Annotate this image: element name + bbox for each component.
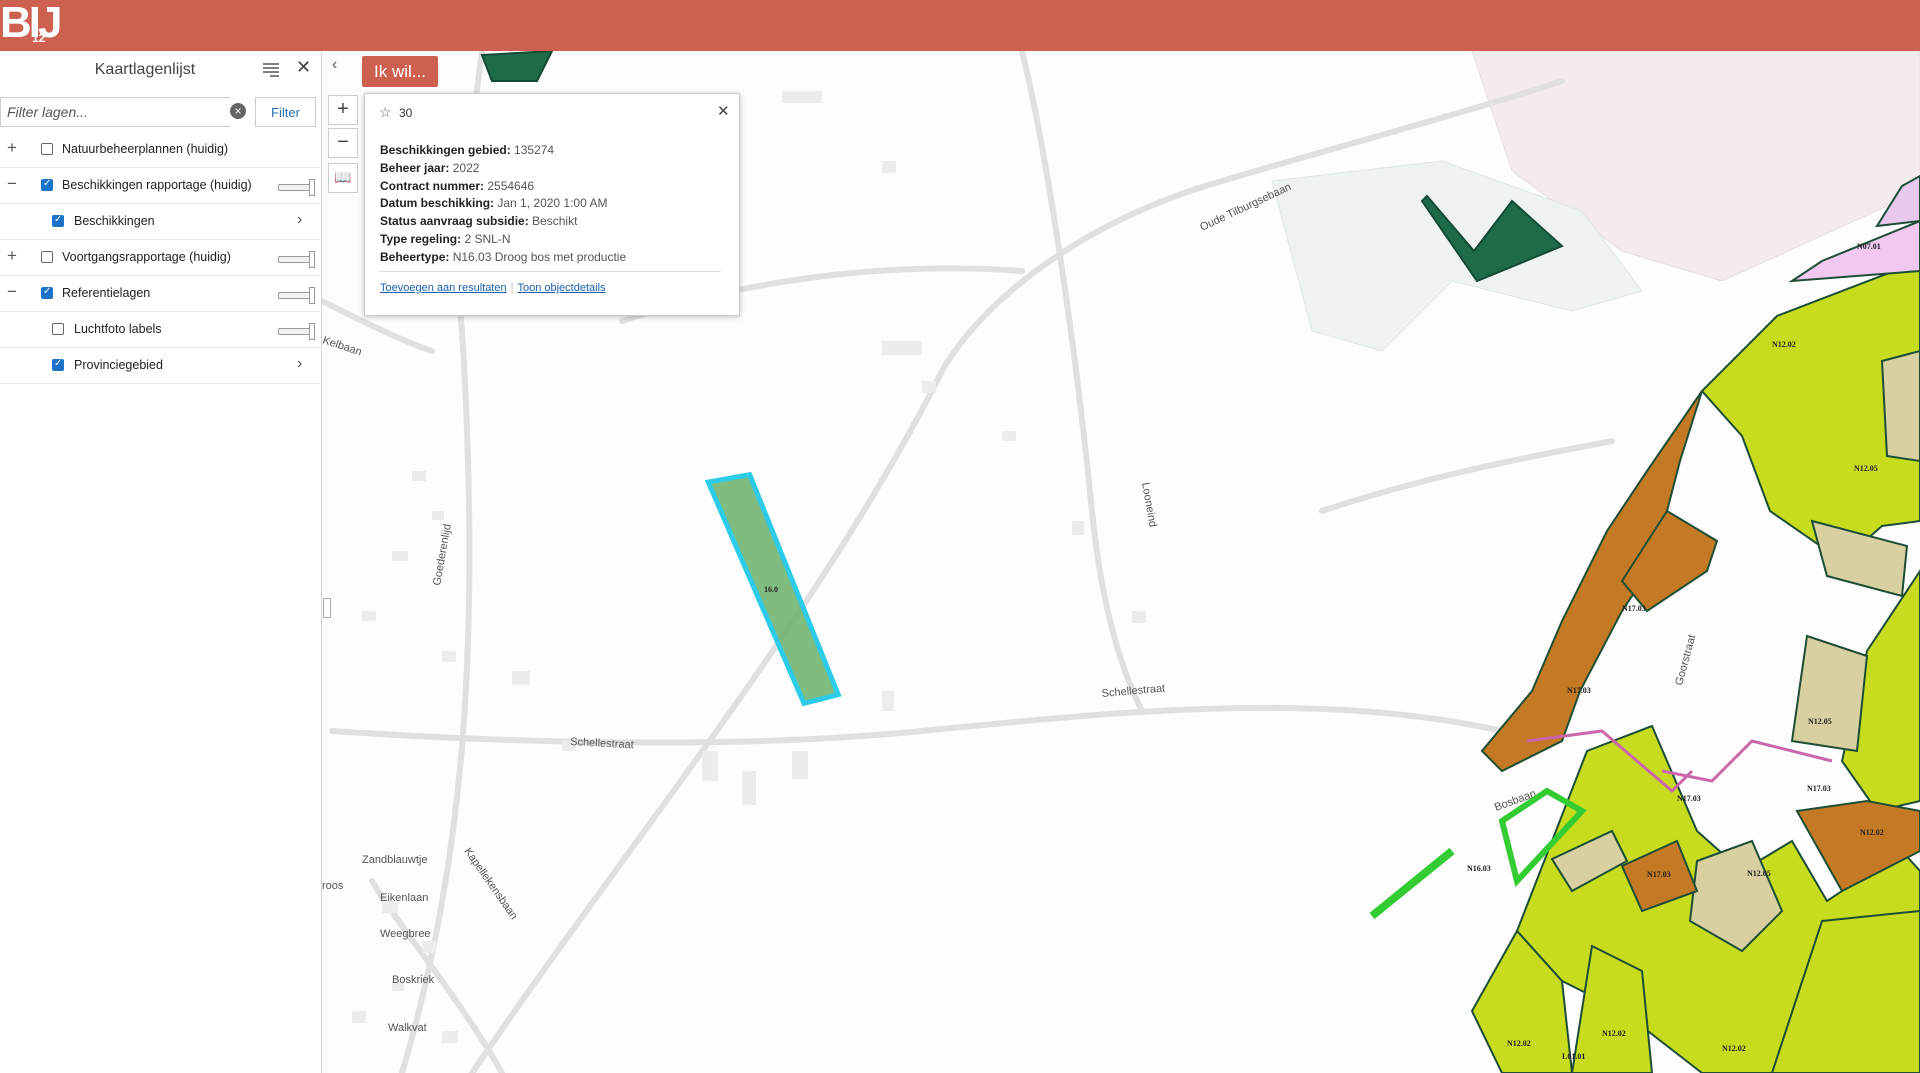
road-label: Eikenlaan bbox=[380, 892, 428, 904]
road-label: Boskriek bbox=[392, 974, 435, 986]
popup-field: Beheertype: N16.03 Droog bos met product… bbox=[380, 249, 627, 264]
road-label: Weegbree bbox=[380, 928, 431, 940]
menu-icon[interactable] bbox=[262, 60, 280, 78]
popup-field: Beschikkingen gebied: 135274 bbox=[380, 143, 555, 157]
road-label: Kapellekensbaan bbox=[462, 846, 520, 922]
opacity-slider[interactable] bbox=[278, 179, 315, 196]
logo-subtext: 12 bbox=[32, 31, 46, 45]
collapse-icon[interactable]: − bbox=[5, 283, 19, 301]
bij12-logo: BIJ 12 bbox=[0, 0, 63, 51]
popup-links: Toevoegen aan resultaten | Toon objectdeta… bbox=[380, 282, 606, 294]
popup-divider bbox=[379, 271, 721, 272]
parcel-label: N16.03 bbox=[1467, 864, 1491, 873]
chevron-right-icon[interactable]: › bbox=[297, 211, 302, 229]
parcel-label: N07.01 bbox=[1857, 242, 1881, 251]
popup-field: Status aanvraag subsidie: Beschikt bbox=[380, 214, 578, 229]
add-to-results-link[interactable]: Toevoegen aan resultaten bbox=[380, 282, 507, 294]
panel-header: Kaartlagenlijst ✕ bbox=[0, 51, 321, 89]
book-icon[interactable]: 📖 bbox=[328, 163, 358, 193]
layer-label: Luchtfoto labels bbox=[74, 322, 162, 336]
layer-provinciegebied[interactable]: Provinciegebied › bbox=[0, 347, 320, 384]
road-label: Kelbaan bbox=[322, 334, 363, 358]
parcel-label: N12.05 bbox=[1854, 464, 1878, 473]
layer-voortgangsrapportage[interactable]: + Voortgangsrapportage (huidig) bbox=[0, 239, 320, 276]
layer-checkbox[interactable] bbox=[41, 251, 53, 263]
layer-checkbox[interactable] bbox=[41, 178, 53, 191]
opacity-slider[interactable] bbox=[278, 287, 315, 304]
layer-label: Provinciegebied bbox=[74, 358, 163, 372]
layer-beschikkingen[interactable]: Beschikkingen › bbox=[0, 203, 320, 240]
ik-wil-button[interactable]: Ik wil... bbox=[362, 56, 438, 87]
layer-label: Natuurbeheerplannen (huidig) bbox=[62, 142, 229, 156]
parcel-label: N17.03 bbox=[1677, 794, 1701, 803]
panel-title: Kaartlagenlijst bbox=[94, 61, 196, 78]
road-label: Looneind bbox=[1139, 481, 1159, 528]
filter-button[interactable]: Filter bbox=[255, 97, 316, 127]
opacity-slider[interactable] bbox=[278, 251, 315, 268]
parcel-pink-line bbox=[1661, 739, 1833, 783]
parcel-label: N12.02 bbox=[1722, 1044, 1746, 1053]
road-label: Schellestraat bbox=[570, 736, 634, 751]
feature-popup: ☆ 30 ✕ Beschikkingen gebied: 135274 Behe… bbox=[364, 93, 740, 316]
layer-label: Beschikkingen rapportage (huidig) bbox=[62, 178, 252, 192]
filter-input[interactable] bbox=[0, 97, 230, 127]
layer-label: Voortgangsrapportage (huidig) bbox=[62, 250, 231, 264]
popup-field: Type regeling: 2 SNL-N bbox=[380, 231, 511, 246]
parcel-label: N17.03 bbox=[1622, 604, 1646, 613]
parcel-label: N12.02 bbox=[1772, 340, 1796, 349]
zoom-out-button[interactable]: − bbox=[328, 128, 358, 158]
layer-checkbox[interactable] bbox=[52, 214, 64, 227]
road-label: Zandblauwtje bbox=[362, 854, 427, 866]
popup-count: 30 bbox=[399, 106, 413, 120]
layer-label: Beschikkingen bbox=[74, 214, 155, 228]
parcel-label: L01.01 bbox=[1562, 1052, 1585, 1061]
layer-beschikkingen-rapportage[interactable]: − Beschikkingen rapportage (huidig) bbox=[0, 167, 320, 204]
expand-icon[interactable]: + bbox=[5, 247, 19, 265]
parcel-label: N12.02 bbox=[1860, 828, 1884, 837]
road-label: roos bbox=[322, 880, 344, 892]
filter-row: × Filter bbox=[0, 93, 321, 131]
parcel-label: N17.03 bbox=[1567, 686, 1591, 695]
layer-referentielagen[interactable]: − Referentielagen bbox=[0, 275, 320, 312]
parcel-label: N17.03 bbox=[1647, 870, 1671, 879]
layer-luchtfoto-labels[interactable]: Luchtfoto labels bbox=[0, 311, 320, 348]
close-icon[interactable]: ✕ bbox=[717, 102, 730, 120]
parcel-label: N12.02 bbox=[1507, 1039, 1531, 1048]
layer-checkbox[interactable] bbox=[41, 286, 53, 299]
opacity-slider[interactable] bbox=[278, 323, 315, 340]
parcel-dark bbox=[480, 51, 554, 82]
selected-parcel-label: 16.0 bbox=[764, 585, 778, 594]
layer-checkbox[interactable] bbox=[52, 358, 64, 371]
parcel-label: N17.03 bbox=[1807, 784, 1831, 793]
layer-panel: Kaartlagenlijst ✕ × Filter + Natuurbehee… bbox=[0, 51, 322, 1073]
parcel-label: N12.02 bbox=[1602, 1029, 1626, 1038]
collapse-icon[interactable]: − bbox=[5, 175, 19, 193]
close-panel-icon[interactable]: ✕ bbox=[296, 57, 311, 78]
map-controls: + − 📖 bbox=[324, 51, 360, 201]
layer-checkbox[interactable] bbox=[41, 143, 53, 155]
top-bar: BIJ 12 bbox=[0, 0, 1920, 51]
parcels bbox=[1470, 174, 1920, 1073]
clear-icon[interactable]: × bbox=[230, 103, 246, 119]
popup-field: Contract nummer: 2554646 bbox=[380, 178, 535, 193]
popup-field: Beheer jaar: 2022 bbox=[380, 160, 480, 175]
road-label: Goederenlijd bbox=[431, 523, 454, 587]
road-label: Goorstraat bbox=[1673, 633, 1698, 686]
layer-label: Referentielagen bbox=[62, 286, 151, 300]
road-label: Walkvat bbox=[388, 1022, 427, 1034]
parcel-green-line bbox=[1369, 847, 1455, 920]
panel-resize-handle[interactable] bbox=[323, 598, 331, 618]
show-object-details-link[interactable]: Toon objectdetails bbox=[517, 282, 605, 294]
expand-icon[interactable]: + bbox=[5, 139, 19, 157]
parcel-label: N12.05 bbox=[1747, 869, 1771, 878]
star-icon[interactable]: ☆ bbox=[379, 104, 392, 121]
popup-fields: Beschikkingen gebied: 135274 Beheer jaar… bbox=[380, 142, 626, 267]
logo-text: BIJ bbox=[0, 0, 63, 47]
layer-checkbox[interactable] bbox=[52, 323, 64, 335]
popup-field: Datum beschikking: Jan 1, 2020 1:00 AM bbox=[380, 196, 608, 211]
layer-natuurbeheerplannen[interactable]: + Natuurbeheerplannen (huidig) bbox=[0, 131, 320, 168]
parcel-label: N12.05 bbox=[1808, 717, 1832, 726]
zoom-in-button[interactable]: + bbox=[328, 95, 358, 125]
chevron-right-icon[interactable]: › bbox=[297, 355, 302, 373]
